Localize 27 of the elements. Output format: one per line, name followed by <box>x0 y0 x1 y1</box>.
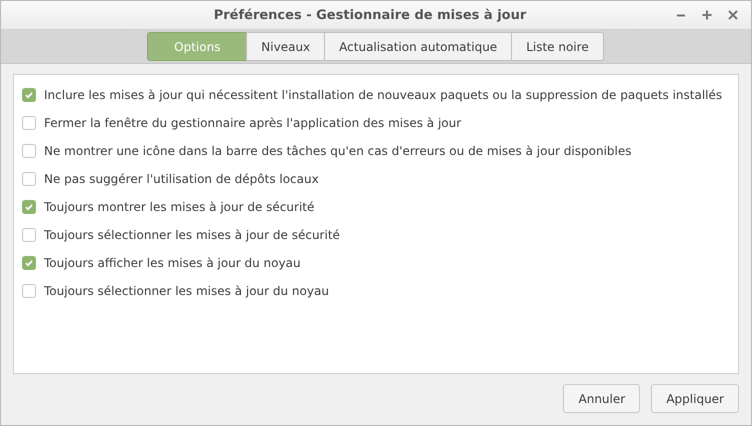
close-icon[interactable] <box>727 9 739 21</box>
checkbox[interactable] <box>22 144 36 158</box>
window-title: Préférences - Gestionnaire de mises à jour <box>212 8 528 22</box>
checkbox[interactable] <box>22 228 36 242</box>
checkbox-label[interactable]: Toujours sélectionner les mises à jour du noyau <box>44 284 329 298</box>
apply-button[interactable]: Appliquer <box>651 384 739 413</box>
checkbox[interactable] <box>22 172 36 186</box>
checkbox-label[interactable]: Toujours montrer les mises à jour de sécurité <box>44 200 314 214</box>
check-icon <box>24 202 34 212</box>
checkbox-label[interactable]: Ne montrer une icône dans la barre des tâches qu'en cas d'erreurs ou de mises à jour disponibles <box>44 144 632 158</box>
check-icon <box>24 90 34 100</box>
checkbox-label[interactable]: Ne pas suggérer l'utilisation de dépôts locaux <box>44 172 319 186</box>
tab[interactable]: Niveaux <box>246 32 326 61</box>
checkbox-label[interactable]: Toujours sélectionner les mises à jour de sécurité <box>44 228 340 242</box>
checkbox[interactable] <box>22 88 36 102</box>
checkbox[interactable] <box>22 200 36 214</box>
checkbox[interactable] <box>22 284 36 298</box>
checkbox-label[interactable]: Inclure les mises à jour qui nécessitent l'installation de nouveaux paquets ou la suppression de paquets installés <box>44 88 722 102</box>
maximize-icon[interactable] <box>701 9 713 21</box>
tab[interactable]: Liste noire <box>511 32 604 61</box>
checkbox-label[interactable]: Fermer la fenêtre du gestionnaire après l'application des mises à jour <box>44 116 462 130</box>
checkbox[interactable] <box>22 256 36 270</box>
checkbox-label[interactable]: Toujours afficher les mises à jour du noyau <box>44 256 301 270</box>
checkbox[interactable] <box>22 116 36 130</box>
tab[interactable]: Actualisation automatique <box>324 32 512 61</box>
cancel-button[interactable]: Annuler <box>563 384 640 413</box>
check-icon <box>24 258 34 268</box>
